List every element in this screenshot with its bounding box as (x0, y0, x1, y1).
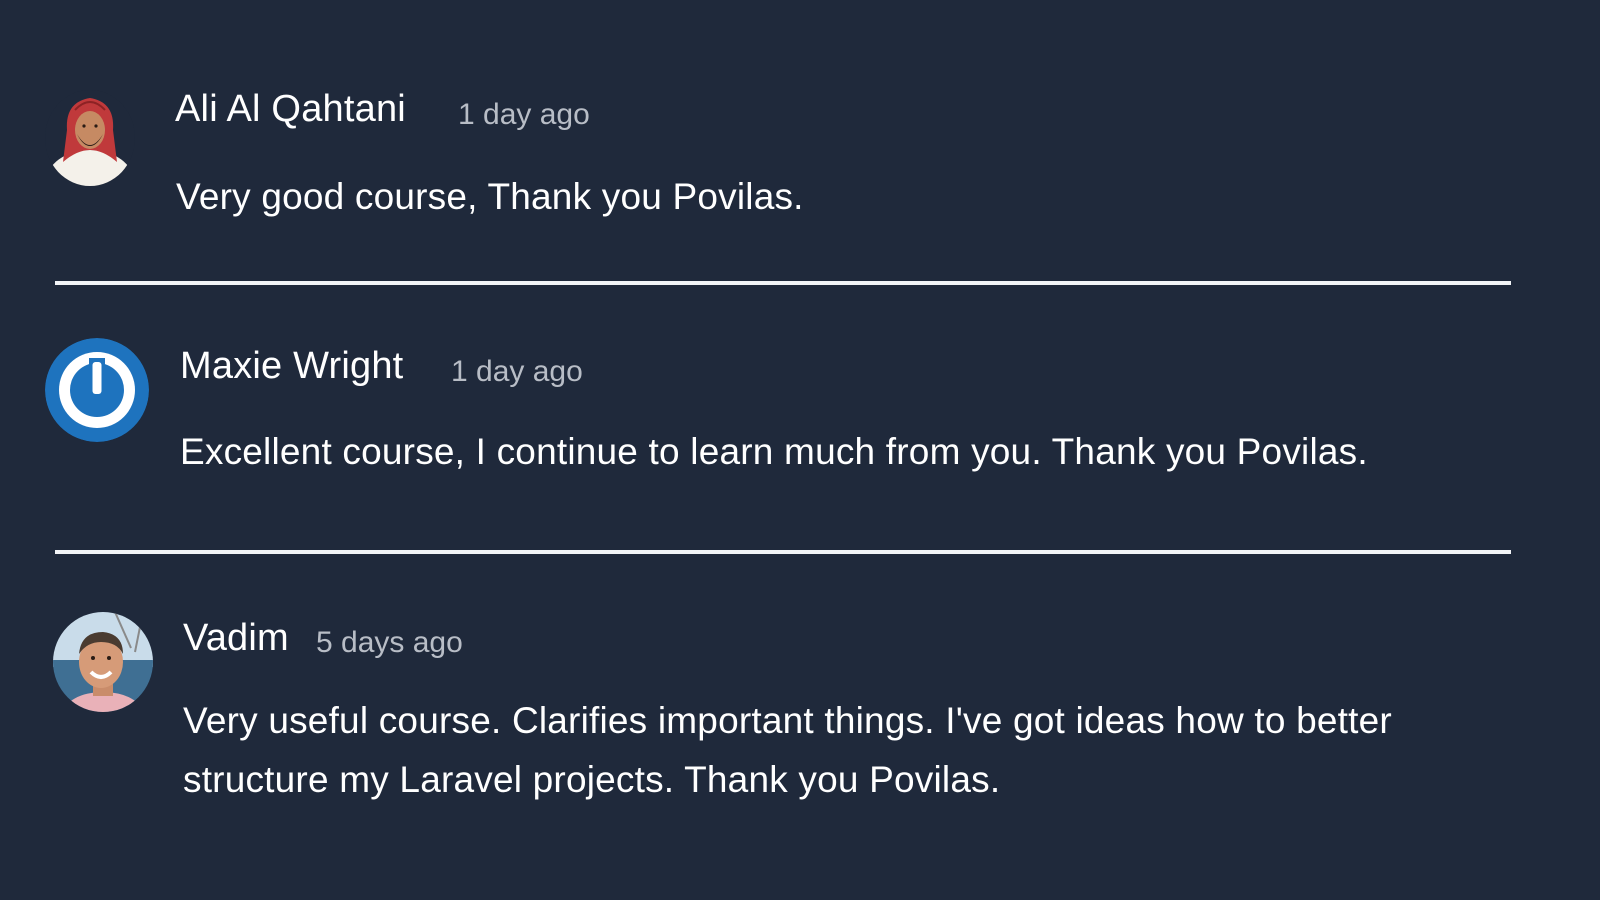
review-time: 1 day ago (458, 98, 590, 131)
review-text: Very good course, Thank you Povilas. (176, 176, 804, 217)
reviewer-name: Vadim (183, 617, 289, 659)
person-photo-icon (45, 90, 135, 186)
review-time: 5 days ago (316, 626, 463, 659)
divider (55, 281, 1511, 285)
power-icon (45, 338, 149, 442)
review-text: Excellent course, I continue to learn mu… (180, 431, 1368, 472)
avatar (45, 90, 135, 186)
review-time: 1 day ago (451, 355, 583, 388)
avatar (45, 338, 149, 442)
reviewer-name: Maxie Wright (180, 345, 404, 387)
divider (55, 550, 1511, 554)
person-photo-icon (53, 612, 153, 712)
reviewer-name: Ali Al Qahtani (175, 88, 406, 130)
avatar (53, 612, 153, 712)
review-text: Very useful course. Clarifies important … (183, 700, 1392, 800)
